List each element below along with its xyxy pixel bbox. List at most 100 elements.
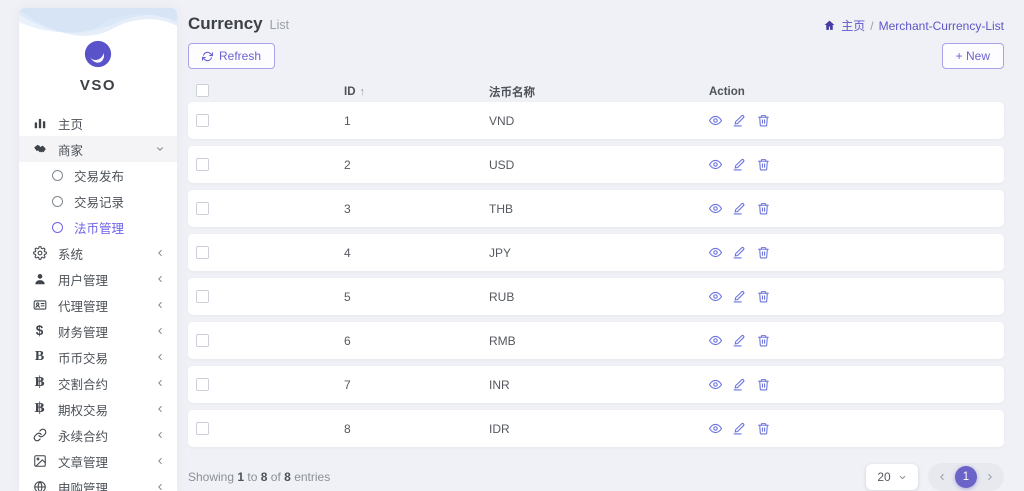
chevron-left-icon xyxy=(155,456,165,466)
sidebar-item-perpetual-contract[interactable]: 永续合约 xyxy=(19,422,177,448)
table-row: 7 INR xyxy=(188,366,1004,403)
delete-icon[interactable] xyxy=(757,422,770,435)
sidebar-item-label: 交易发布 xyxy=(74,169,125,184)
table-row: 6 RMB xyxy=(188,322,1004,359)
row-checkbox[interactable] xyxy=(196,290,209,303)
radio-circle-icon xyxy=(52,195,63,207)
logo[interactable]: VSO xyxy=(19,40,177,94)
delete-icon[interactable] xyxy=(757,246,770,259)
delete-icon[interactable] xyxy=(757,158,770,171)
chevron-left-icon xyxy=(155,430,165,440)
link-icon xyxy=(31,428,48,442)
delete-icon[interactable] xyxy=(757,290,770,303)
delete-icon[interactable] xyxy=(757,202,770,215)
view-icon[interactable] xyxy=(709,158,722,171)
sidebar-item-delivery-contract[interactable]: ฿ 交割合约 xyxy=(19,370,177,396)
table-row: 2 USD xyxy=(188,146,1004,183)
image-icon xyxy=(31,454,48,468)
row-currency-cell: INR xyxy=(489,377,510,392)
view-icon[interactable] xyxy=(709,202,722,215)
table-row: 5 RUB xyxy=(188,278,1004,315)
sidebar-item-system[interactable]: 系统 xyxy=(19,240,177,266)
sidebar-item-merchant[interactable]: 商家 xyxy=(19,136,177,162)
edit-icon[interactable] xyxy=(733,290,746,303)
sidebar-item-label: 代理管理 xyxy=(58,299,109,314)
view-icon[interactable] xyxy=(709,334,722,347)
row-checkbox[interactable] xyxy=(196,334,209,347)
row-checkbox[interactable] xyxy=(196,246,209,259)
chevron-left-icon xyxy=(155,274,165,284)
sidebar: VSO 主页商家交易发布交易记录 法币管理系统用户管理代理管理 $ 财务管理 B 币币交易… xyxy=(19,8,177,491)
select-all-checkbox[interactable] xyxy=(196,83,209,97)
delete-icon[interactable] xyxy=(757,334,770,347)
page-size-select[interactable]: 20 xyxy=(866,464,918,490)
page-number-button[interactable]: 1 xyxy=(955,466,977,488)
sidebar-item-label: 用户管理 xyxy=(58,273,109,288)
view-icon[interactable] xyxy=(709,290,722,303)
page-size-value: 20 xyxy=(877,470,891,484)
sidebar-item-finance-manage[interactable]: $ 财务管理 xyxy=(19,318,177,344)
page-title-group: Currency List xyxy=(188,14,289,34)
row-checkbox[interactable] xyxy=(196,422,209,435)
edit-icon[interactable] xyxy=(733,422,746,435)
sidebar-item-label: 系统 xyxy=(58,247,84,262)
table-body: 1 VND 2 USD 3 THB 4 JPY 5 RUB 6 RMB 7 INR 8 IDR xyxy=(188,102,1004,454)
row-checkbox[interactable] xyxy=(196,158,209,171)
edit-icon[interactable] xyxy=(733,334,746,347)
handshake-icon xyxy=(31,142,48,156)
table-row: 3 THB xyxy=(188,190,1004,227)
bar-chart-icon xyxy=(31,116,48,130)
sort-asc-icon: ↑ xyxy=(359,85,366,98)
row-checkbox[interactable] xyxy=(196,378,209,391)
view-icon[interactable] xyxy=(709,246,722,259)
edit-icon[interactable] xyxy=(733,246,746,259)
view-icon[interactable] xyxy=(709,422,722,435)
next-page-button[interactable] xyxy=(980,467,1000,487)
sidebar-subitem-fiat-manage[interactable]: 法币管理 xyxy=(19,214,177,240)
sidebar-item-label: 永续合约 xyxy=(58,429,109,444)
sidebar-item-subscription-manage[interactable]: 申购管理 xyxy=(19,474,177,491)
column-header-name[interactable]: 法币名称 xyxy=(483,84,703,100)
breadcrumb-current[interactable]: Merchant-Currency-List xyxy=(879,19,1004,33)
row-checkbox[interactable] xyxy=(196,114,209,127)
delete-icon[interactable] xyxy=(757,378,770,391)
sidebar-item-spot-trade[interactable]: B 币币交易 xyxy=(19,344,177,370)
new-button[interactable]: + New xyxy=(941,43,1004,69)
edit-icon[interactable] xyxy=(733,114,746,127)
sidebar-subitem-trade-record[interactable]: 交易记录 xyxy=(19,188,177,214)
edit-icon[interactable] xyxy=(733,378,746,391)
sidebar-nav: 主页商家交易发布交易记录 法币管理系统用户管理代理管理 $ 财务管理 B 币币交易 ฿ 交割合… xyxy=(19,110,177,491)
column-header-id[interactable]: ID ↑ xyxy=(338,86,483,98)
sidebar-item-article-manage[interactable]: 文章管理 xyxy=(19,448,177,474)
sidebar-item-agent-manage[interactable]: 代理管理 xyxy=(19,292,177,318)
new-label: + New xyxy=(955,49,990,63)
globe-icon xyxy=(31,480,48,491)
edit-icon[interactable] xyxy=(733,202,746,215)
row-id-cell: 5 xyxy=(344,289,351,304)
refresh-button[interactable]: Refresh xyxy=(188,43,276,69)
view-icon[interactable] xyxy=(709,378,722,391)
sidebar-item-label: 财务管理 xyxy=(58,325,109,340)
sidebar-item-label: 币币交易 xyxy=(58,351,109,366)
edit-icon[interactable] xyxy=(733,158,746,171)
bitcoin-icon: ฿ xyxy=(34,401,45,416)
page-controls: 1 xyxy=(928,463,1004,491)
sidebar-item-user-manage[interactable]: 用户管理 xyxy=(19,266,177,292)
row-currency-cell: USD xyxy=(489,157,515,172)
chevron-right-icon xyxy=(988,473,992,481)
sidebar-item-home[interactable]: 主页 xyxy=(19,110,177,136)
breadcrumb-home[interactable]: 主页 xyxy=(841,17,865,34)
view-icon[interactable] xyxy=(709,114,722,127)
refresh-label: Refresh xyxy=(219,49,262,63)
table-row: 8 IDR xyxy=(188,410,1004,447)
table-header: ID ↑ 法币名称 Action xyxy=(188,81,1004,102)
row-checkbox[interactable] xyxy=(196,202,209,215)
sidebar-item-label: 主页 xyxy=(58,117,84,132)
chevron-left-icon xyxy=(155,300,165,310)
sidebar-subitem-trade-publish[interactable]: 交易发布 xyxy=(19,162,177,188)
sidebar-item-options-trade[interactable]: ฿ 期权交易 xyxy=(19,396,177,422)
page-subtitle: List xyxy=(269,18,290,32)
prev-page-button[interactable] xyxy=(932,467,952,487)
delete-icon[interactable] xyxy=(757,114,770,127)
showing-entries-text: Showing 1 to 8 of 8 entries xyxy=(188,470,331,484)
